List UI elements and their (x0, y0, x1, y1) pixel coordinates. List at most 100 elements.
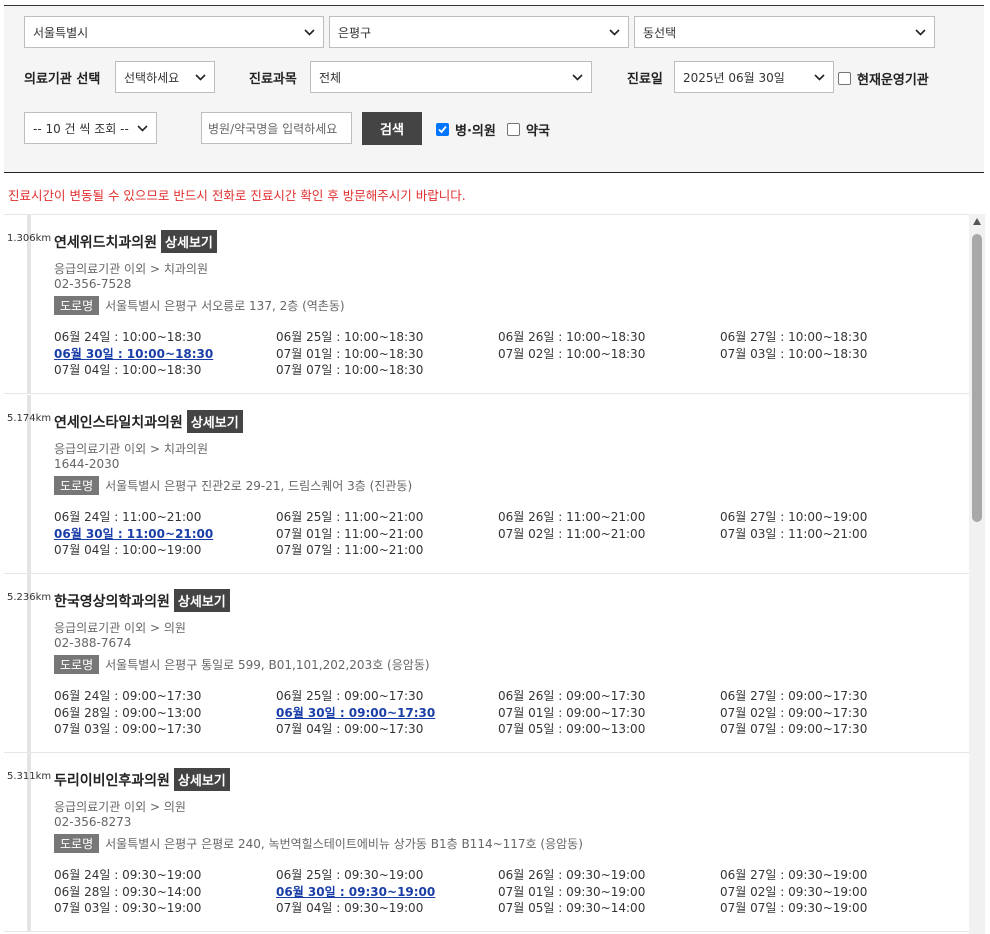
schedule-entry: 06월 27일 : 10:00~19:00 (720, 510, 868, 524)
hospital-label: 병·의원 (455, 124, 496, 139)
hospital-title: 연세인스타일치과의원 상세보기 (54, 410, 243, 433)
detail-button[interactable]: 상세보기 (161, 230, 217, 253)
schedule-entry: 06월 25일 : 11:00~21:00 (276, 510, 424, 524)
chevron-down-icon (194, 71, 206, 83)
facility-select[interactable]: 선택하세요 (115, 61, 215, 93)
hospital-title: 연세위드치과의원 상세보기 (54, 230, 217, 253)
hospital-address: 서울특별시 은평구 통일로 599, B01,101,202,203호 (응암동… (105, 658, 430, 672)
schedule-entry: 07월 02일 : 09:00~17:30 (720, 705, 868, 720)
distance: 1.306km (7, 233, 52, 244)
pharmacy-checkbox[interactable]: 약국 (507, 120, 550, 139)
facility-label: 의료기관 선택 (24, 72, 101, 87)
schedule-entry-today: 06월 30일 : 10:00~18:30 (54, 346, 214, 361)
dong-select-value: 동선택 (643, 25, 677, 40)
road-badge: 도로명 (54, 834, 100, 853)
hospital-category: 응급의료기관 이외 > 치과의원 (54, 442, 208, 456)
scrollbar-thumb[interactable] (972, 234, 982, 522)
hospital-phone: 1644-2030 (54, 457, 120, 471)
hospital-phone: 02-356-7528 (54, 277, 132, 291)
schedule-entry: 07월 07일 : 10:00~18:30 (276, 363, 424, 377)
region-select[interactable]: 서울특별시 (24, 16, 324, 48)
schedule-grid: 06월 24일 : 10:00~18:30 06월 25일 : 10:00~18:… (54, 330, 954, 379)
schedule-entry: 07월 01일 : 11:00~21:00 (276, 526, 424, 541)
schedule-entry: 07월 04일 : 09:30~19:00 (276, 901, 424, 915)
list-scrollbar[interactable] (969, 214, 985, 934)
schedule-entry-today: 06월 30일 : 09:30~19:00 (276, 884, 436, 899)
chevron-down-icon (571, 71, 583, 83)
schedule-entry: 06월 25일 : 09:30~19:00 (276, 868, 424, 882)
checkbox-unchecked[interactable] (838, 72, 851, 85)
list-item: 5.236km 한국영상의학과의원 상세보기 응급의료기관 이외 > 의원 02… (4, 574, 969, 753)
detail-button[interactable]: 상세보기 (173, 768, 230, 791)
schedule-entry: 06월 24일 : 09:30~19:00 (54, 868, 202, 882)
chevron-down-icon (914, 26, 926, 38)
schedule-entry: 07월 05일 : 09:00~13:00 (498, 722, 646, 736)
open-now-checkbox[interactable]: 현재운영기관 (838, 69, 929, 88)
chevron-down-icon (136, 122, 148, 134)
schedule-entry: 07월 07일 : 09:30~19:00 (720, 901, 868, 915)
hospital-name[interactable]: 한국영상의학과의원 (54, 591, 170, 611)
schedule-entry: 06월 26일 : 10:00~18:30 (498, 330, 646, 344)
hospital-address: 서울특별시 은평구 은평로 240, 녹번역힐스테이트에비뉴 상가동 B1층 B… (105, 837, 583, 851)
facility-select-value: 선택하세요 (124, 70, 180, 85)
dong-select[interactable]: 동선택 (634, 16, 935, 48)
hospital-phone: 02-356-8273 (54, 815, 132, 829)
department-select[interactable]: 전체 (310, 61, 592, 93)
pharmacy-label: 약국 (526, 124, 550, 139)
road-badge: 도로명 (54, 296, 100, 315)
detail-button[interactable]: 상세보기 (173, 589, 230, 612)
hospital-category: 응급의료기관 이외 > 의원 (54, 800, 186, 814)
schedule-entry: 06월 24일 : 11:00~21:00 (54, 510, 202, 524)
distance: 5.174km (7, 413, 52, 424)
schedule-entry: 07월 04일 : 10:00~19:00 (54, 543, 202, 557)
schedule-grid: 06월 24일 : 09:30~19:00 06월 25일 : 09:30~19:… (54, 868, 954, 917)
department-label: 진료과목 (249, 72, 297, 87)
schedule-entry: 06월 25일 : 10:00~18:30 (276, 330, 424, 344)
schedule-entry: 07월 03일 : 09:30~19:00 (54, 901, 202, 915)
district-select-value: 은평구 (338, 25, 372, 40)
schedule-entry: 07월 02일 : 09:30~19:00 (720, 884, 868, 899)
schedule-entry: 07월 01일 : 09:00~17:30 (498, 705, 646, 720)
schedule-grid: 06월 24일 : 11:00~21:00 06월 25일 : 11:00~21:… (54, 510, 954, 559)
hospital-name[interactable]: 연세위드치과의원 (54, 232, 157, 252)
schedule-entry: 07월 03일 : 11:00~21:00 (720, 526, 868, 541)
scroll-up-arrow-icon[interactable] (973, 218, 981, 225)
visit-notice: 진료시간이 변동될 수 있으므로 반드시 전화로 진료시간 확인 후 방문해주시… (8, 188, 466, 203)
region-select-value: 서울특별시 (33, 25, 89, 40)
date-select[interactable]: 2025년 06월 30일 (674, 61, 834, 93)
list-item: 1.306km 연세위드치과의원 상세보기 응급의료기관 이외 > 치과의원 0… (4, 215, 969, 394)
hospital-category: 응급의료기관 이외 > 의원 (54, 621, 186, 635)
schedule-entry: 07월 01일 : 10:00~18:30 (276, 346, 424, 361)
schedule-entry: 07월 03일 : 09:00~17:30 (54, 722, 202, 736)
search-button[interactable]: 검색 (362, 112, 422, 145)
schedule-entry: 07월 02일 : 11:00~21:00 (498, 526, 646, 541)
date-select-value: 2025년 06월 30일 (683, 70, 785, 85)
checkbox-unchecked[interactable] (507, 123, 520, 136)
district-select[interactable]: 은평구 (329, 16, 629, 48)
distance: 5.236km (7, 592, 52, 603)
schedule-entry: 07월 03일 : 10:00~18:30 (720, 346, 868, 361)
hospital-checkbox[interactable]: 병·의원 (436, 120, 496, 139)
address-row: 도로명 서울특별시 은평구 은평로 240, 녹번역힐스테이트에비뉴 상가동 B… (54, 834, 583, 853)
road-badge: 도로명 (54, 655, 100, 674)
chevron-down-icon (608, 26, 620, 38)
open-now-label: 현재운영기관 (857, 73, 929, 88)
chevron-down-icon (303, 26, 315, 38)
schedule-entry: 07월 04일 : 09:00~17:30 (276, 722, 424, 736)
schedule-entry: 07월 04일 : 10:00~18:30 (54, 363, 202, 377)
hospital-name[interactable]: 두리이비인후과의원 (54, 770, 170, 790)
schedule-entry: 06월 24일 : 09:00~17:30 (54, 689, 202, 703)
hospital-list: 1.306km 연세위드치과의원 상세보기 응급의료기관 이외 > 치과의원 0… (4, 214, 969, 934)
schedule-entry: 07월 07일 : 09:00~17:30 (720, 722, 868, 736)
schedule-entry-today: 06월 30일 : 11:00~21:00 (54, 526, 214, 541)
search-input[interactable]: 병원/약국명을 입력하세요 (201, 112, 352, 144)
detail-button[interactable]: 상세보기 (186, 410, 243, 433)
page-size-select[interactable]: -- 10 건 씩 조회 -- (24, 112, 157, 144)
schedule-entry: 07월 02일 : 10:00~18:30 (498, 346, 646, 361)
checkbox-checked[interactable] (436, 123, 449, 136)
schedule-entry: 07월 01일 : 09:30~19:00 (498, 884, 646, 899)
schedule-entry: 06월 27일 : 09:30~19:00 (720, 868, 868, 882)
hospital-name[interactable]: 연세인스타일치과의원 (54, 412, 183, 432)
hospital-phone: 02-388-7674 (54, 636, 132, 650)
chevron-down-icon (813, 71, 825, 83)
